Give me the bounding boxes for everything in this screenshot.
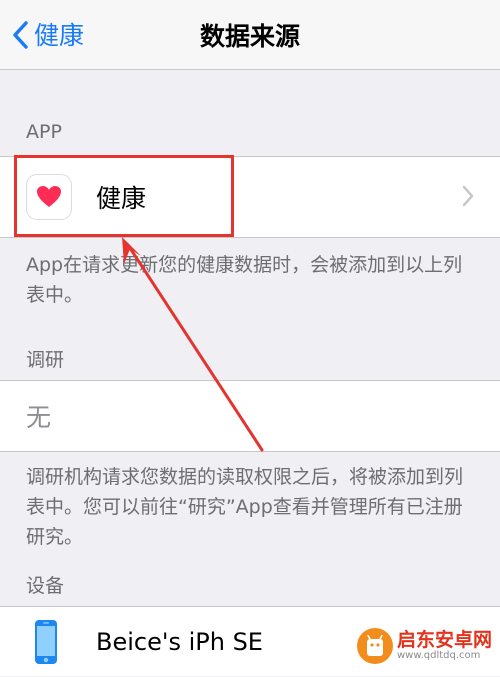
- section-header-research: 调研: [26, 349, 65, 371]
- section-header-devices: 设备: [26, 575, 65, 597]
- annotation-highlight-box: [14, 155, 234, 237]
- annotation-arrow: [122, 237, 264, 452]
- watermark-logo-icon: [356, 628, 393, 664]
- list-item-label: Beice's iPh SE: [96, 628, 263, 656]
- research-list: 无: [0, 380, 500, 452]
- chevron-left-icon: [12, 21, 28, 49]
- section-header-app: APP: [26, 121, 62, 143]
- navigation-bar: 健康 数据来源: [0, 0, 500, 70]
- empty-list-label: 无: [26, 403, 52, 432]
- chevron-right-icon: [462, 185, 474, 211]
- section-footer-app: App在请求更新您的健康数据时，会被添加到以上列表中。: [26, 254, 463, 306]
- back-button-label: 健康: [34, 20, 85, 50]
- back-button[interactable]: 健康: [12, 14, 84, 56]
- watermark: 启东安卓网 www.qdltdq.com: [356, 628, 492, 664]
- iphone-icon: [34, 619, 58, 669]
- watermark-url: www.qdltdq.com: [396, 649, 481, 661]
- section-footer-research: 调研机构请求您数据的读取权限之后，将被添加到列表中。您可以前往“研究”App查看…: [26, 466, 464, 548]
- watermark-title: 启东安卓网: [396, 628, 492, 651]
